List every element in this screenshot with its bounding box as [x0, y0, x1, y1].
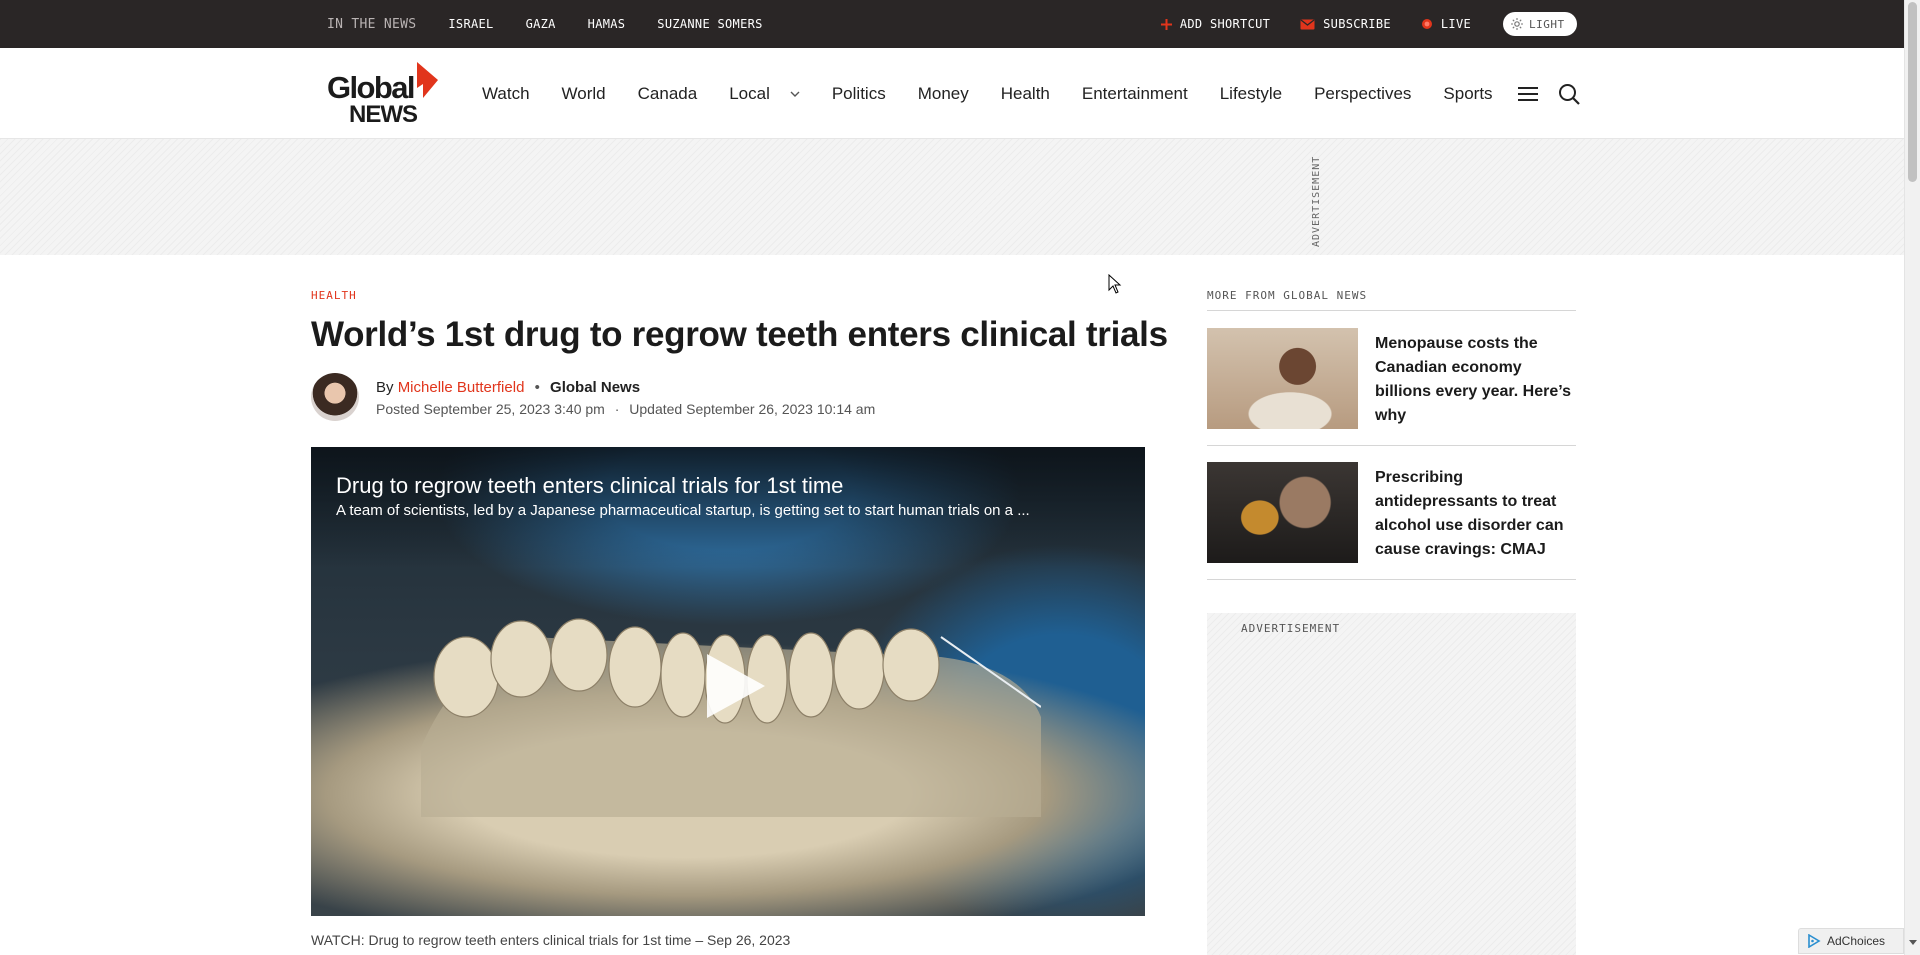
scrollbar-thumb[interactable]	[1908, 2, 1917, 182]
page-scrollbar[interactable]	[1904, 0, 1920, 955]
nav-item-local[interactable]: Local	[729, 84, 800, 104]
global-news-logo[interactable]: Global NEWS	[327, 58, 439, 128]
posted-date: Posted September 25, 2023 3:40 pm	[376, 401, 605, 417]
organization-name: Global News	[550, 379, 641, 396]
video-description: A team of scientists, led by a Japanese …	[336, 502, 1030, 519]
nav-item-canada[interactable]: Canada	[638, 84, 698, 104]
dates-separator: ·	[614, 401, 620, 417]
adchoices-button[interactable]: AdChoices	[1798, 928, 1904, 954]
live-button[interactable]: LIVE	[1421, 17, 1471, 31]
nav-item-money[interactable]: Money	[918, 84, 969, 104]
nav-item-watch[interactable]: Watch	[482, 84, 530, 104]
ad-banner-label: ADVERTISEMENT	[1311, 147, 1325, 247]
logo-arrow-icon	[417, 62, 438, 98]
add-shortcut-button[interactable]: ADD SHORTCUT	[1160, 17, 1271, 31]
play-icon[interactable]	[705, 652, 767, 720]
live-dot-icon	[1421, 18, 1433, 30]
mouse-cursor-icon	[1108, 274, 1122, 294]
sidebar-story[interactable]: Menopause costs the Canadian economy bil…	[1207, 312, 1576, 446]
hamburger-menu-icon[interactable]	[1518, 86, 1538, 102]
add-shortcut-label: ADD SHORTCUT	[1179, 17, 1271, 31]
video-title: Drug to regrow teeth enters clinical tri…	[336, 473, 844, 498]
top-bar: IN THE NEWS ISRAEL GAZA HAMAS SUZANNE SO…	[0, 0, 1904, 48]
byline-separator: •	[534, 379, 540, 396]
logo-text-news: NEWS	[349, 101, 418, 128]
in-the-news-label: IN THE NEWS	[327, 16, 417, 32]
author-link[interactable]: Michelle Butterfield	[398, 379, 525, 396]
nav-item-perspectives[interactable]: Perspectives	[1314, 84, 1411, 104]
trending-tag-suzanne-somers[interactable]: SUZANNE SOMERS	[657, 17, 762, 31]
subscribe-label: SUBSCRIBE	[1323, 17, 1391, 31]
top-ad-banner: ADVERTISEMENT	[0, 139, 1904, 255]
nav-item-world[interactable]: World	[562, 84, 606, 104]
nav-item-health[interactable]: Health	[1001, 84, 1050, 104]
story-thumbnail[interactable]	[1207, 328, 1358, 429]
by-prefix: By	[376, 379, 394, 396]
plus-icon	[1160, 18, 1172, 30]
nav-item-politics[interactable]: Politics	[832, 84, 886, 104]
byline-text: By Michelle Butterfield • Global News	[376, 379, 640, 396]
trending-tag-israel[interactable]: ISRAEL	[448, 17, 493, 31]
mail-icon	[1300, 18, 1315, 30]
updated-date: Updated September 26, 2023 10:14 am	[629, 401, 876, 417]
trending-tag-gaza[interactable]: GAZA	[526, 17, 556, 31]
nav-item-local-label: Local	[729, 83, 770, 103]
story-thumbnail[interactable]	[1207, 462, 1358, 563]
live-label: LIVE	[1440, 17, 1471, 31]
sidebar-ad: ADVERTISEMENT	[1207, 613, 1576, 955]
theme-toggle[interactable]: LIGHT	[1503, 12, 1577, 36]
nav-item-lifestyle[interactable]: Lifestyle	[1220, 84, 1282, 104]
scroll-down-arrow-icon[interactable]	[1909, 940, 1917, 946]
sun-icon	[1511, 18, 1523, 30]
theme-toggle-label: LIGHT	[1529, 17, 1565, 31]
story-title[interactable]: Menopause costs the Canadian economy bil…	[1375, 332, 1575, 428]
article-headline: World’s 1st drug to regrow teeth enters …	[311, 315, 1168, 354]
page: IN THE NEWS ISRAEL GAZA HAMAS SUZANNE SO…	[0, 0, 1920, 955]
sidebar-story[interactable]: Prescribing antidepressants to treat alc…	[1207, 446, 1576, 580]
adchoices-label: AdChoices	[1827, 934, 1886, 948]
nav-item-entertainment[interactable]: Entertainment	[1082, 84, 1188, 104]
search-icon[interactable]	[1558, 83, 1580, 105]
ad-banner-label-text: ADVERTISEMENT	[1311, 155, 1322, 247]
story-title[interactable]: Prescribing antidepressants to treat alc…	[1375, 466, 1575, 562]
main-navigation: Global NEWS Watch World Canada Local Pol…	[0, 48, 1904, 139]
video-player[interactable]: Drug to regrow teeth enters clinical tri…	[311, 447, 1145, 916]
nav-icons	[1518, 48, 1600, 139]
sidebar-ad-label: ADVERTISEMENT	[1241, 622, 1341, 635]
section-menu: Watch World Canada Local Politics Money …	[482, 48, 1525, 139]
article-category[interactable]: HEALTH	[311, 289, 357, 302]
author-avatar[interactable]	[311, 373, 359, 421]
subscribe-button[interactable]: SUBSCRIBE	[1300, 17, 1391, 31]
byline: By Michelle Butterfield • Global News Po…	[311, 373, 1145, 425]
video-caption: WATCH: Drug to regrow teeth enters clini…	[311, 932, 791, 948]
adchoices-icon	[1807, 934, 1821, 948]
nav-item-sports[interactable]: Sports	[1443, 84, 1492, 104]
more-from-global-news-heading: MORE FROM GLOBAL NEWS	[1207, 289, 1576, 311]
trending-tag-hamas[interactable]: HAMAS	[588, 17, 626, 31]
chevron-down-icon[interactable]	[790, 91, 800, 97]
article-dates: Posted September 25, 2023 3:40 pm · Upda…	[376, 401, 875, 417]
